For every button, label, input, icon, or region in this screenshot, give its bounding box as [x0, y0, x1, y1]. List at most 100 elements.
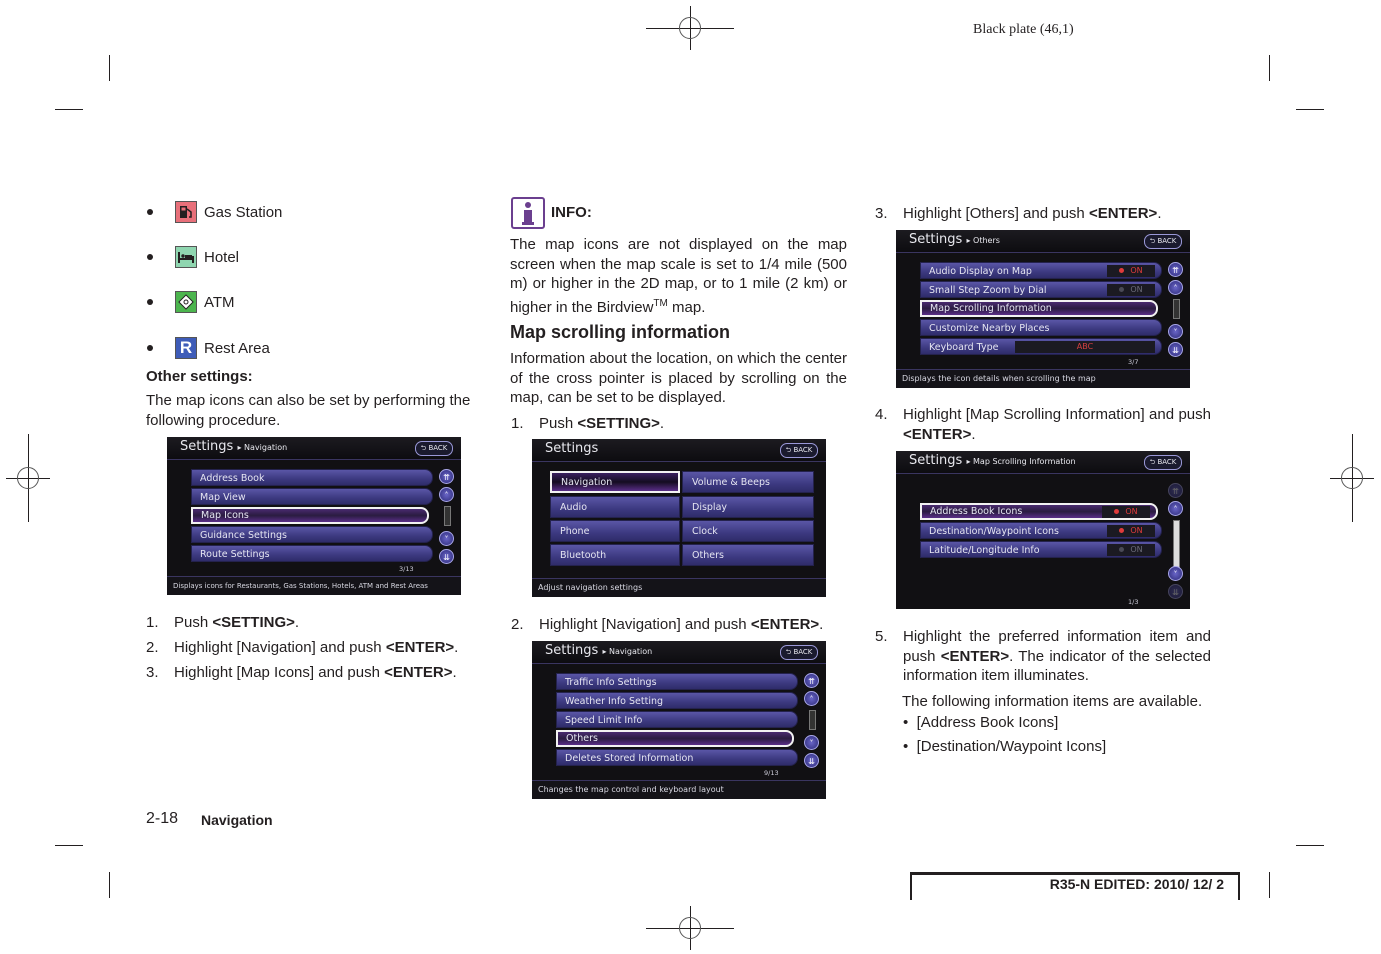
menu-item-phone[interactable]: Phone — [550, 520, 680, 542]
info-heading: INFO: — [551, 204, 592, 221]
toggle-indicator[interactable]: ON — [1107, 544, 1155, 556]
menu-item-address-book[interactable]: Address Book — [191, 469, 433, 486]
bullet — [147, 254, 153, 260]
indicator-light-icon — [1119, 528, 1125, 533]
scrollbar[interactable]: ⇈ ˄ ˅ ⇊ — [1168, 262, 1184, 360]
menu-item-guidance-settings[interactable]: Guidance Settings — [191, 526, 433, 543]
crop-mark — [1296, 845, 1324, 846]
info-text: The map icons are not displayed on the m… — [510, 236, 847, 316]
menu-item-audio-display-on-map[interactable]: Audio Display on Map ON — [920, 262, 1162, 279]
registration-mark-right — [1330, 434, 1374, 522]
page-up-icon[interactable]: ⇈ — [439, 469, 454, 484]
back-button[interactable]: ⮌ BACK — [780, 443, 818, 458]
menu-item-address-book-icons[interactable]: Address Book Icons ON — [920, 503, 1158, 520]
screen-navigation-map-icons: Settings ▸ Navigation ⮌ BACK Address Boo… — [167, 437, 461, 595]
other-settings-text: The map icons can also be set by perform… — [146, 392, 471, 429]
scroll-down-icon[interactable]: ˅ — [1168, 324, 1183, 339]
menu-item-volume-beeps[interactable]: Volume & Beeps — [682, 471, 814, 493]
page-up-icon[interactable]: ⇈ — [804, 673, 819, 688]
scroll-down-icon[interactable]: ˅ — [804, 735, 819, 750]
available-item: • [Address Book Icons] — [903, 714, 1059, 731]
menu-item-speed-limit-info[interactable]: Speed Limit Info — [556, 711, 798, 728]
scrollbar[interactable]: ⇈ ˄ ˅ ⇊ — [1168, 483, 1184, 601]
menu-item-display[interactable]: Display — [682, 496, 814, 518]
screen-help-text: Changes the map control and keyboard lay… — [532, 780, 826, 799]
poi-label: Gas Station — [204, 203, 283, 221]
poi-item-hotel: Hotel — [147, 246, 239, 268]
menu-item-deletes-stored-information[interactable]: Deletes Stored Information — [556, 749, 798, 766]
menu-item-others[interactable]: Others — [556, 730, 794, 747]
menu-item-latitude-longitude-info[interactable]: Latitude/Longitude Info ON — [920, 541, 1162, 558]
page-down-icon[interactable]: ⇊ — [1168, 584, 1183, 599]
gas-station-icon — [175, 201, 197, 223]
crop-mark — [1269, 872, 1270, 898]
page-down-icon[interactable]: ⇊ — [439, 549, 454, 564]
scroll-up-icon[interactable]: ˄ — [1168, 280, 1183, 295]
menu-item-bluetooth[interactable]: Bluetooth — [550, 544, 680, 566]
screen-others: Settings ▸ Others ⮌ BACK Audio Display o… — [896, 230, 1190, 388]
menu-item-traffic-info-settings[interactable]: Traffic Info Settings — [556, 673, 798, 690]
screen-help-text: Displays the icon details when scrolling… — [896, 369, 1190, 388]
scroll-up-icon[interactable]: ˄ — [1168, 501, 1183, 516]
screen-help-text: Displays icons for Restaurants, Gas Stat… — [167, 576, 461, 595]
available-item: • [Destination/Waypoint Icons] — [903, 738, 1107, 755]
menu-item-small-step-zoom[interactable]: Small Step Zoom by Dial ON — [920, 281, 1162, 298]
menu-item-navigation[interactable]: Navigation — [550, 471, 680, 493]
page-up-icon[interactable]: ⇈ — [1168, 262, 1183, 277]
toggle-indicator[interactable]: ON — [1107, 525, 1155, 537]
scroll-track[interactable] — [1173, 299, 1180, 319]
indicator-light-icon — [1119, 287, 1125, 292]
scroll-track[interactable] — [809, 710, 816, 730]
page-down-icon[interactable]: ⇊ — [804, 753, 819, 768]
screen-navigation-others: Settings ▸ Navigation ⮌ BACK Traffic Inf… — [532, 641, 826, 799]
bullet — [147, 299, 153, 305]
back-button[interactable]: ⮌ BACK — [1144, 455, 1182, 470]
poi-label: ATM — [204, 293, 235, 311]
toggle-indicator[interactable]: ON — [1107, 284, 1155, 296]
scroll-down-icon[interactable]: ˅ — [439, 531, 454, 546]
menu-item-destination-waypoint-icons[interactable]: Destination/Waypoint Icons ON — [920, 522, 1162, 539]
crop-mark — [55, 845, 83, 846]
section-text: Information about the location, on which… — [510, 350, 847, 406]
menu-item-keyboard-type[interactable]: Keyboard Type ABC — [920, 338, 1162, 355]
bullet — [147, 209, 153, 215]
poi-item-atm: ATM — [147, 291, 235, 313]
crop-mark — [109, 872, 110, 898]
scroll-up-icon[interactable]: ˄ — [439, 487, 454, 502]
scroll-track[interactable] — [444, 506, 451, 526]
menu-item-map-scrolling-information[interactable]: Map Scrolling Information — [920, 300, 1158, 317]
page-up-icon[interactable]: ⇈ — [1168, 483, 1183, 498]
menu-item-clock[interactable]: Clock — [682, 520, 814, 542]
screen-map-scrolling-information: Settings ▸ Map Scrolling Information ⮌ B… — [896, 451, 1190, 609]
menu-item-customize-nearby-places[interactable]: Customize Nearby Places — [920, 319, 1162, 336]
menu-item-route-settings[interactable]: Route Settings — [191, 545, 433, 562]
menu-item-weather-info-setting[interactable]: Weather Info Setting — [556, 692, 798, 709]
other-settings-heading: Other settings: — [146, 368, 253, 385]
back-button[interactable]: ⮌ BACK — [780, 645, 818, 660]
edited-stamp: R35-N EDITED: 2010/ 12/ 2 — [910, 872, 1240, 900]
screen-header: Settings ▸ Map Scrolling Information ⮌ B… — [896, 451, 1190, 474]
page-down-icon[interactable]: ⇊ — [1168, 342, 1183, 357]
poi-label: Rest Area — [204, 339, 270, 357]
page-indicator: 9/13 — [764, 769, 779, 777]
scroll-track[interactable] — [1173, 520, 1180, 568]
menu-item-map-view[interactable]: Map View — [191, 488, 433, 505]
scrollbar[interactable]: ⇈ ˄ ˅ ⇊ — [439, 469, 455, 567]
registration-mark-top — [646, 6, 734, 50]
info-icon — [511, 197, 545, 229]
scrollbar[interactable]: ⇈ ˄ ˅ ⇊ — [804, 673, 820, 771]
menu-item-audio[interactable]: Audio — [550, 496, 680, 518]
toggle-indicator[interactable]: ON — [1107, 265, 1155, 277]
poi-item-gas-station: Gas Station — [147, 201, 282, 223]
back-button[interactable]: ⮌ BACK — [1144, 234, 1182, 249]
menu-item-map-icons[interactable]: Map Icons — [191, 507, 429, 524]
back-button[interactable]: ⮌ BACK — [415, 441, 453, 456]
indicator-light-icon — [1119, 268, 1125, 273]
toggle-indicator[interactable]: ON — [1102, 506, 1150, 518]
menu-item-others[interactable]: Others — [682, 544, 814, 566]
screen-settings-main: Settings ⮌ BACK Navigation Audio Phone B… — [532, 439, 826, 597]
scroll-up-icon[interactable]: ˄ — [804, 691, 819, 706]
poi-item-rest-area: R Rest Area — [147, 337, 270, 359]
scroll-down-icon[interactable]: ˅ — [1168, 566, 1183, 581]
plate-label: Black plate (46,1) — [973, 22, 1074, 37]
